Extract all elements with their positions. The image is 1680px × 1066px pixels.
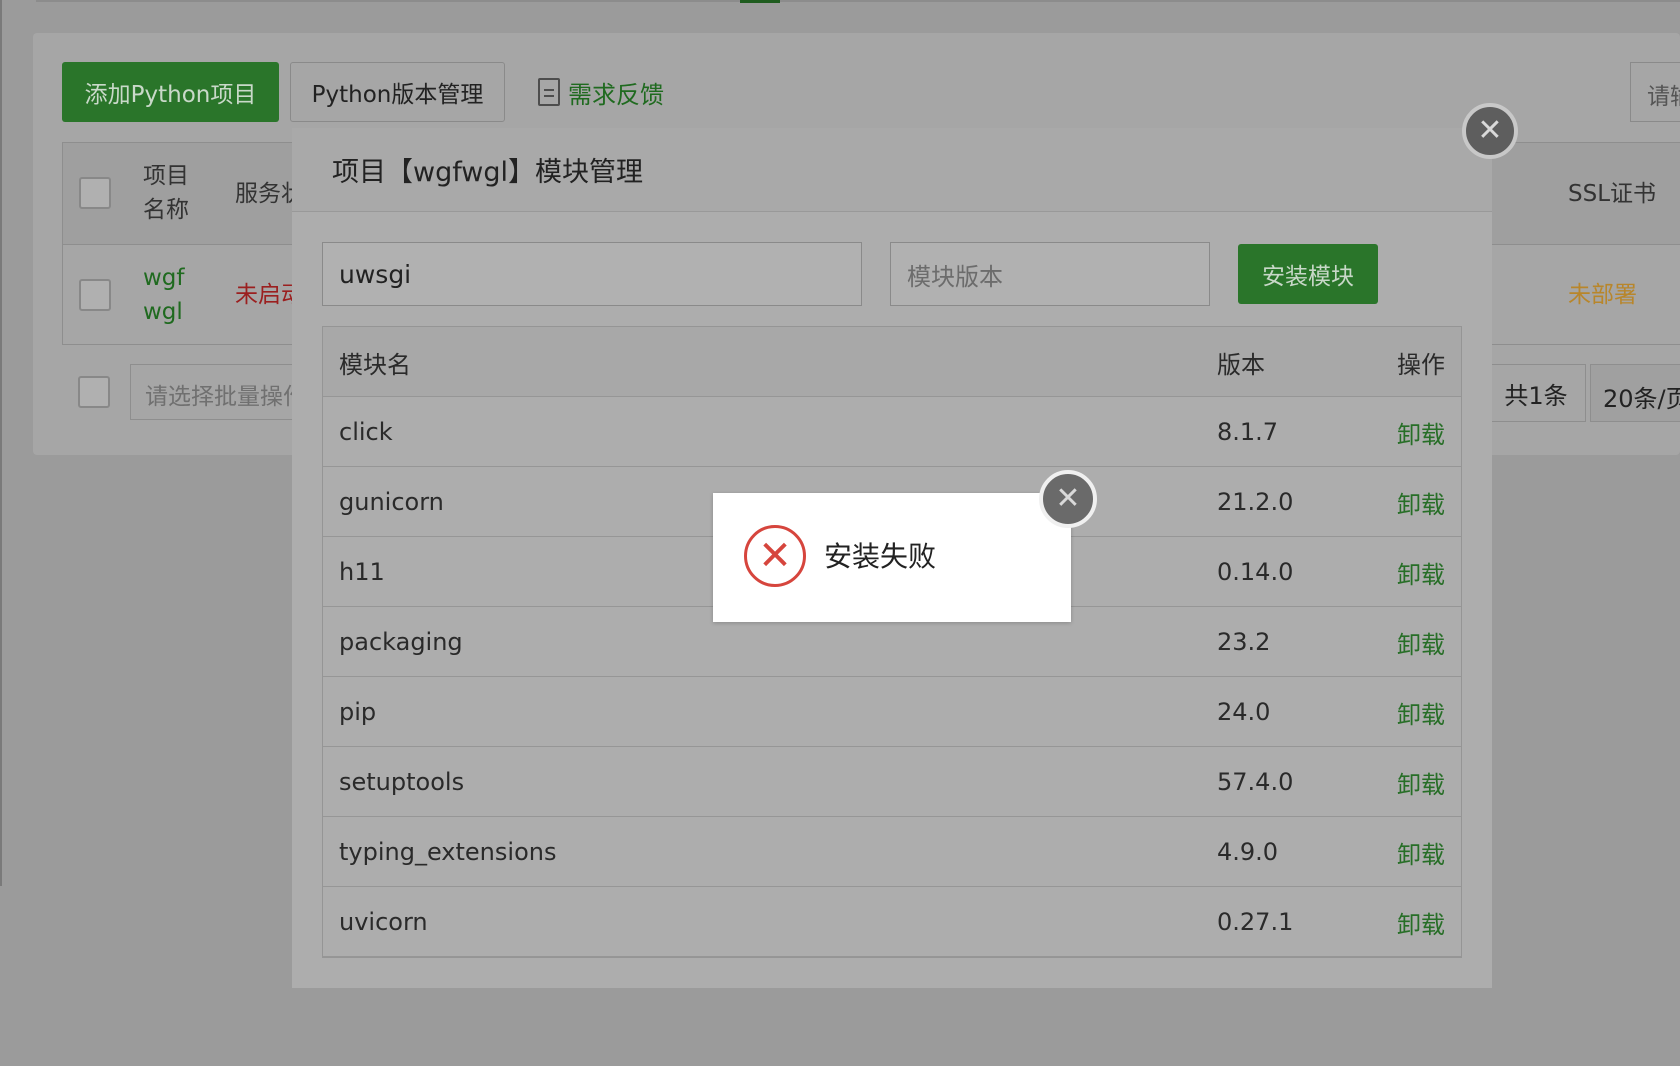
uninstall-link[interactable]: 卸载 <box>1397 607 1445 677</box>
install-module-button[interactable]: 安装模块 <box>1238 244 1378 304</box>
table-row: uvicorn 0.27.1 卸载 <box>323 887 1461 957</box>
uninstall-link[interactable]: 卸载 <box>1397 537 1445 607</box>
uninstall-link[interactable]: 卸载 <box>1397 677 1445 747</box>
search-input[interactable]: 请输 <box>1630 62 1680 122</box>
error-circle-icon: ✕ <box>744 525 806 587</box>
module-name: packaging <box>339 628 463 656</box>
module-name: click <box>339 418 393 446</box>
table-row: setuptools 57.4.0 卸载 <box>323 747 1461 817</box>
uninstall-link[interactable]: 卸载 <box>1397 467 1445 537</box>
module-name: typing_extensions <box>339 838 557 866</box>
python-version-button[interactable]: Python版本管理 <box>290 62 505 122</box>
module-table-header: 模块名 版本 操作 <box>323 327 1461 397</box>
status-badge[interactable]: 未启动 <box>235 278 295 312</box>
module-name: uvicorn <box>339 908 428 936</box>
table-row: typing_extensions 4.9.0 卸载 <box>323 817 1461 887</box>
uninstall-link[interactable]: 卸载 <box>1397 397 1445 467</box>
module-version: 21.2.0 <box>1217 488 1294 516</box>
page-size-select[interactable]: 20条/页 <box>1590 364 1680 422</box>
edit-note-icon <box>538 78 560 106</box>
module-version: 0.27.1 <box>1217 908 1294 936</box>
module-name: setuptools <box>339 768 465 796</box>
module-version: 8.1.7 <box>1217 418 1279 446</box>
project-name-link[interactable]: wgf wgl <box>143 261 185 329</box>
feedback-label: 需求反馈 <box>568 80 664 109</box>
uninstall-link[interactable]: 卸载 <box>1397 887 1445 957</box>
module-version: 23.2 <box>1217 628 1271 656</box>
table-row: pip 24.0 卸载 <box>323 677 1461 747</box>
module-version: 57.4.0 <box>1217 768 1294 796</box>
toast-close-button[interactable]: ✕ <box>1039 470 1097 528</box>
toast-message: 安装失败 <box>824 540 937 573</box>
dialog-title: 项目【wgfwgl】模块管理 <box>292 128 1492 212</box>
select-all-checkbox[interactable] <box>79 177 111 209</box>
module-version: 24.0 <box>1217 698 1271 726</box>
error-toast: ✕ 安装失败 <box>713 493 1071 622</box>
row-checkbox[interactable] <box>79 279 111 311</box>
feedback-link[interactable]: 需求反馈 <box>538 72 664 112</box>
active-tab-indicator <box>740 0 780 3</box>
add-python-project-button[interactable]: 添加Python项目 <box>62 62 279 122</box>
pagination-total: 共1条 <box>1486 364 1586 422</box>
batch-operation-select[interactable]: 请选择批量操作 <box>130 364 300 420</box>
module-table: 模块名 版本 操作 click 8.1.7 卸载 gunicorn 21.2.0… <box>322 326 1462 958</box>
module-version: 4.9.0 <box>1217 838 1279 866</box>
close-icon: ✕ <box>1055 481 1081 516</box>
module-name: gunicorn <box>339 488 444 516</box>
module-name: pip <box>339 698 377 726</box>
table-row: click 8.1.7 卸载 <box>323 397 1461 467</box>
top-divider <box>36 0 1680 2</box>
left-divider <box>0 0 2 886</box>
col-version: 版本 <box>1217 350 1265 379</box>
close-icon: ✕ <box>1477 113 1503 148</box>
header-service-status: 服务状 <box>235 181 295 207</box>
header-ssl: SSL证书 <box>1568 181 1657 207</box>
dialog-close-button[interactable]: ✕ <box>1462 103 1518 159</box>
module-version: 0.14.0 <box>1217 558 1294 586</box>
batch-select-checkbox[interactable] <box>78 376 110 408</box>
module-version-input[interactable]: 模块版本 <box>890 242 1210 306</box>
module-name-input[interactable]: uwsgi <box>322 242 862 306</box>
col-module-name: 模块名 <box>339 350 411 379</box>
header-project-name: 项目 名称 <box>143 163 189 223</box>
module-name: h11 <box>339 558 385 586</box>
uninstall-link[interactable]: 卸载 <box>1397 817 1445 887</box>
ssl-status[interactable]: 未部署 <box>1568 278 1637 312</box>
col-action: 操作 <box>1397 350 1445 379</box>
uninstall-link[interactable]: 卸载 <box>1397 747 1445 817</box>
